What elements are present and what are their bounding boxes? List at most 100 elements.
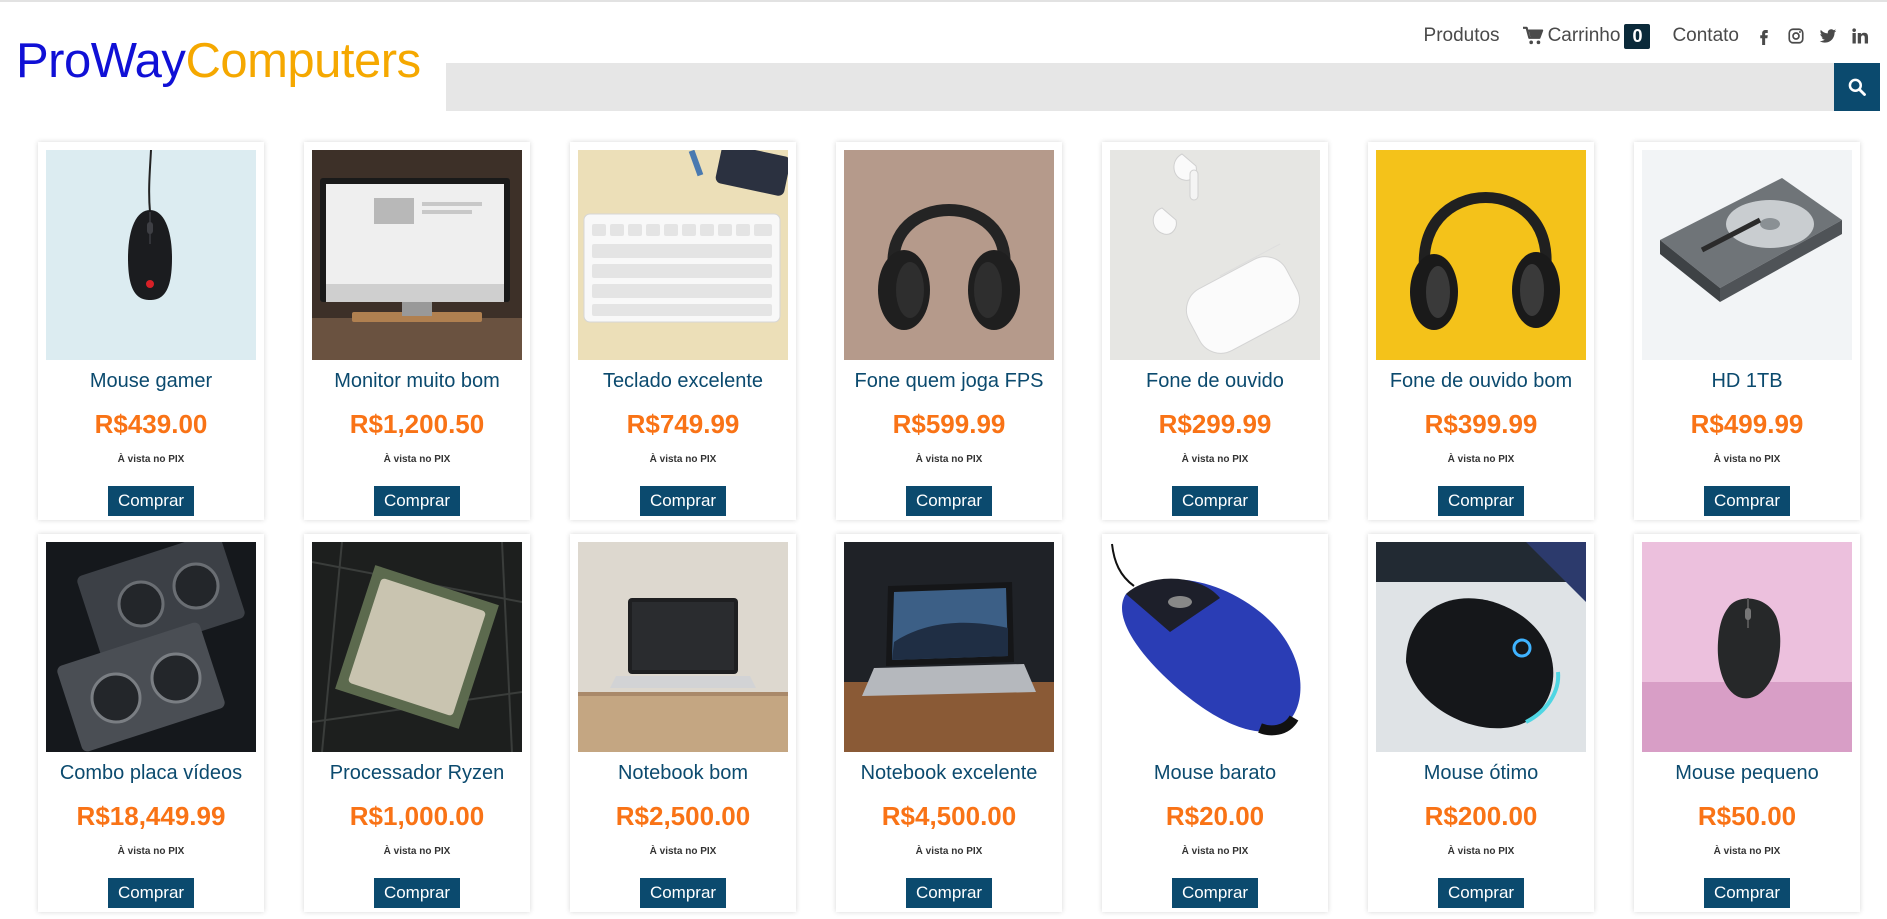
buy-button[interactable]: Comprar xyxy=(374,486,460,516)
payment-note: À vista no PIX xyxy=(1181,846,1249,857)
buy-button[interactable]: Comprar xyxy=(1172,486,1258,516)
payment-note: À vista no PIX xyxy=(383,846,451,857)
product-price: R$20.00 xyxy=(1165,801,1265,831)
product-card: Monitor muito bom R$1,200.50 À vista no … xyxy=(304,142,530,520)
product-image[interactable] xyxy=(46,150,256,360)
product-card: Fone de ouvido R$299.99 À vista no PIX C… xyxy=(1102,142,1328,520)
product-name[interactable]: Mouse pequeno xyxy=(1634,762,1860,785)
buy-button[interactable]: Comprar xyxy=(374,878,460,908)
brand-name-part1: ProWay xyxy=(16,34,186,88)
brand-name-part2: Computers xyxy=(185,34,421,88)
product-image[interactable] xyxy=(1110,542,1320,752)
search-input[interactable] xyxy=(446,63,1834,111)
product-card: Combo placa vídeos R$18,449.99 À vista n… xyxy=(38,534,264,912)
product-name[interactable]: Mouse gamer xyxy=(38,370,264,393)
payment-note: À vista no PIX xyxy=(1713,454,1781,465)
product-name[interactable]: Mouse ótimo xyxy=(1368,762,1594,785)
buy-button[interactable]: Comprar xyxy=(1438,486,1524,516)
shopping-cart-icon xyxy=(1522,26,1543,45)
payment-note: À vista no PIX xyxy=(1181,454,1249,465)
product-name[interactable]: Fone de ouvido xyxy=(1102,370,1328,393)
buy-button[interactable]: Comprar xyxy=(1438,878,1524,908)
facebook-icon[interactable] xyxy=(1755,27,1773,45)
product-image[interactable] xyxy=(1376,150,1586,360)
buy-button[interactable]: Comprar xyxy=(1704,486,1790,516)
product-price: R$399.99 xyxy=(1424,409,1538,439)
payment-note: À vista no PIX xyxy=(915,846,983,857)
payment-note: À vista no PIX xyxy=(915,454,983,465)
buy-button[interactable]: Comprar xyxy=(1704,878,1790,908)
product-image[interactable] xyxy=(312,150,522,360)
product-image[interactable] xyxy=(844,150,1054,360)
product-name[interactable]: HD 1TB xyxy=(1634,370,1860,393)
product-card: Teclado excelente R$749.99 À vista no PI… xyxy=(570,142,796,520)
payment-note: À vista no PIX xyxy=(649,454,717,465)
product-card: Mouse pequeno R$50.00 À vista no PIX Com… xyxy=(1634,534,1860,912)
buy-button[interactable]: Comprar xyxy=(108,878,194,908)
product-name[interactable]: Notebook excelente xyxy=(836,762,1062,785)
product-price: R$18,449.99 xyxy=(76,801,226,831)
brand-logo[interactable]: ProWayComputers xyxy=(16,28,421,94)
product-card: Mouse barato R$20.00 À vista no PIX Comp… xyxy=(1102,534,1328,912)
product-name[interactable]: Mouse barato xyxy=(1102,762,1328,785)
buy-button[interactable]: Comprar xyxy=(1172,878,1258,908)
product-name[interactable]: Fone de ouvido bom xyxy=(1368,370,1594,393)
payment-note: À vista no PIX xyxy=(1713,846,1781,857)
buy-button[interactable]: Comprar xyxy=(906,878,992,908)
nav-cart-link[interactable]: Carrinho 0 xyxy=(1522,23,1651,49)
payment-note: À vista no PIX xyxy=(117,846,185,857)
product-card: Notebook excelente R$4,500.00 À vista no… xyxy=(836,534,1062,912)
product-image[interactable] xyxy=(1110,150,1320,360)
search-button[interactable] xyxy=(1834,63,1880,111)
top-border xyxy=(0,0,1887,2)
product-name[interactable]: Notebook bom xyxy=(570,762,796,785)
product-price: R$439.00 xyxy=(94,409,208,439)
social-links xyxy=(1741,27,1869,45)
nav-contact-link[interactable]: Contato xyxy=(1672,25,1739,47)
product-price: R$50.00 xyxy=(1697,801,1797,831)
buy-button[interactable]: Comprar xyxy=(108,486,194,516)
product-name[interactable]: Teclado excelente xyxy=(570,370,796,393)
product-name[interactable]: Monitor muito bom xyxy=(304,370,530,393)
product-image[interactable] xyxy=(578,150,788,360)
top-nav: Produtos Carrinho 0 Contato xyxy=(1424,16,1869,56)
payment-note: À vista no PIX xyxy=(117,454,185,465)
product-price: R$749.99 xyxy=(626,409,740,439)
product-name[interactable]: Fone quem joga FPS xyxy=(836,370,1062,393)
product-card: Mouse gamer R$439.00 À vista no PIX Comp… xyxy=(38,142,264,520)
instagram-icon[interactable] xyxy=(1787,27,1805,45)
product-card: Processador Ryzen R$1,000.00 À vista no … xyxy=(304,534,530,912)
product-price: R$599.99 xyxy=(892,409,1006,439)
payment-note: À vista no PIX xyxy=(383,454,451,465)
product-grid: Mouse gamer R$439.00 À vista no PIX Comp… xyxy=(38,142,1860,912)
product-name[interactable]: Processador Ryzen xyxy=(304,762,530,785)
twitter-icon[interactable] xyxy=(1819,27,1837,45)
buy-button[interactable]: Comprar xyxy=(640,486,726,516)
product-price: R$299.99 xyxy=(1158,409,1272,439)
product-image[interactable] xyxy=(578,542,788,752)
product-name[interactable]: Combo placa vídeos xyxy=(38,762,264,785)
cart-count-badge: 0 xyxy=(1624,23,1651,49)
payment-note: À vista no PIX xyxy=(649,846,717,857)
search-icon xyxy=(1848,78,1866,96)
product-price: R$2,500.00 xyxy=(615,801,751,831)
buy-button[interactable]: Comprar xyxy=(906,486,992,516)
payment-note: À vista no PIX xyxy=(1447,846,1515,857)
product-image[interactable] xyxy=(1376,542,1586,752)
product-price: R$1,000.00 xyxy=(349,801,485,831)
product-image[interactable] xyxy=(312,542,522,752)
payment-note: À vista no PIX xyxy=(1447,454,1515,465)
product-card: Fone quem joga FPS R$599.99 À vista no P… xyxy=(836,142,1062,520)
product-image[interactable] xyxy=(1642,542,1852,752)
product-price: R$200.00 xyxy=(1424,801,1538,831)
product-card: Mouse ótimo R$200.00 À vista no PIX Comp… xyxy=(1368,534,1594,912)
product-price: R$499.99 xyxy=(1690,409,1804,439)
nav-products-link[interactable]: Produtos xyxy=(1424,25,1500,47)
buy-button[interactable]: Comprar xyxy=(640,878,726,908)
product-image[interactable] xyxy=(1642,150,1852,360)
product-price: R$1,200.50 xyxy=(349,409,485,439)
product-image[interactable] xyxy=(844,542,1054,752)
product-image[interactable] xyxy=(46,542,256,752)
linkedin-icon[interactable] xyxy=(1851,27,1869,45)
product-price: R$4,500.00 xyxy=(881,801,1017,831)
